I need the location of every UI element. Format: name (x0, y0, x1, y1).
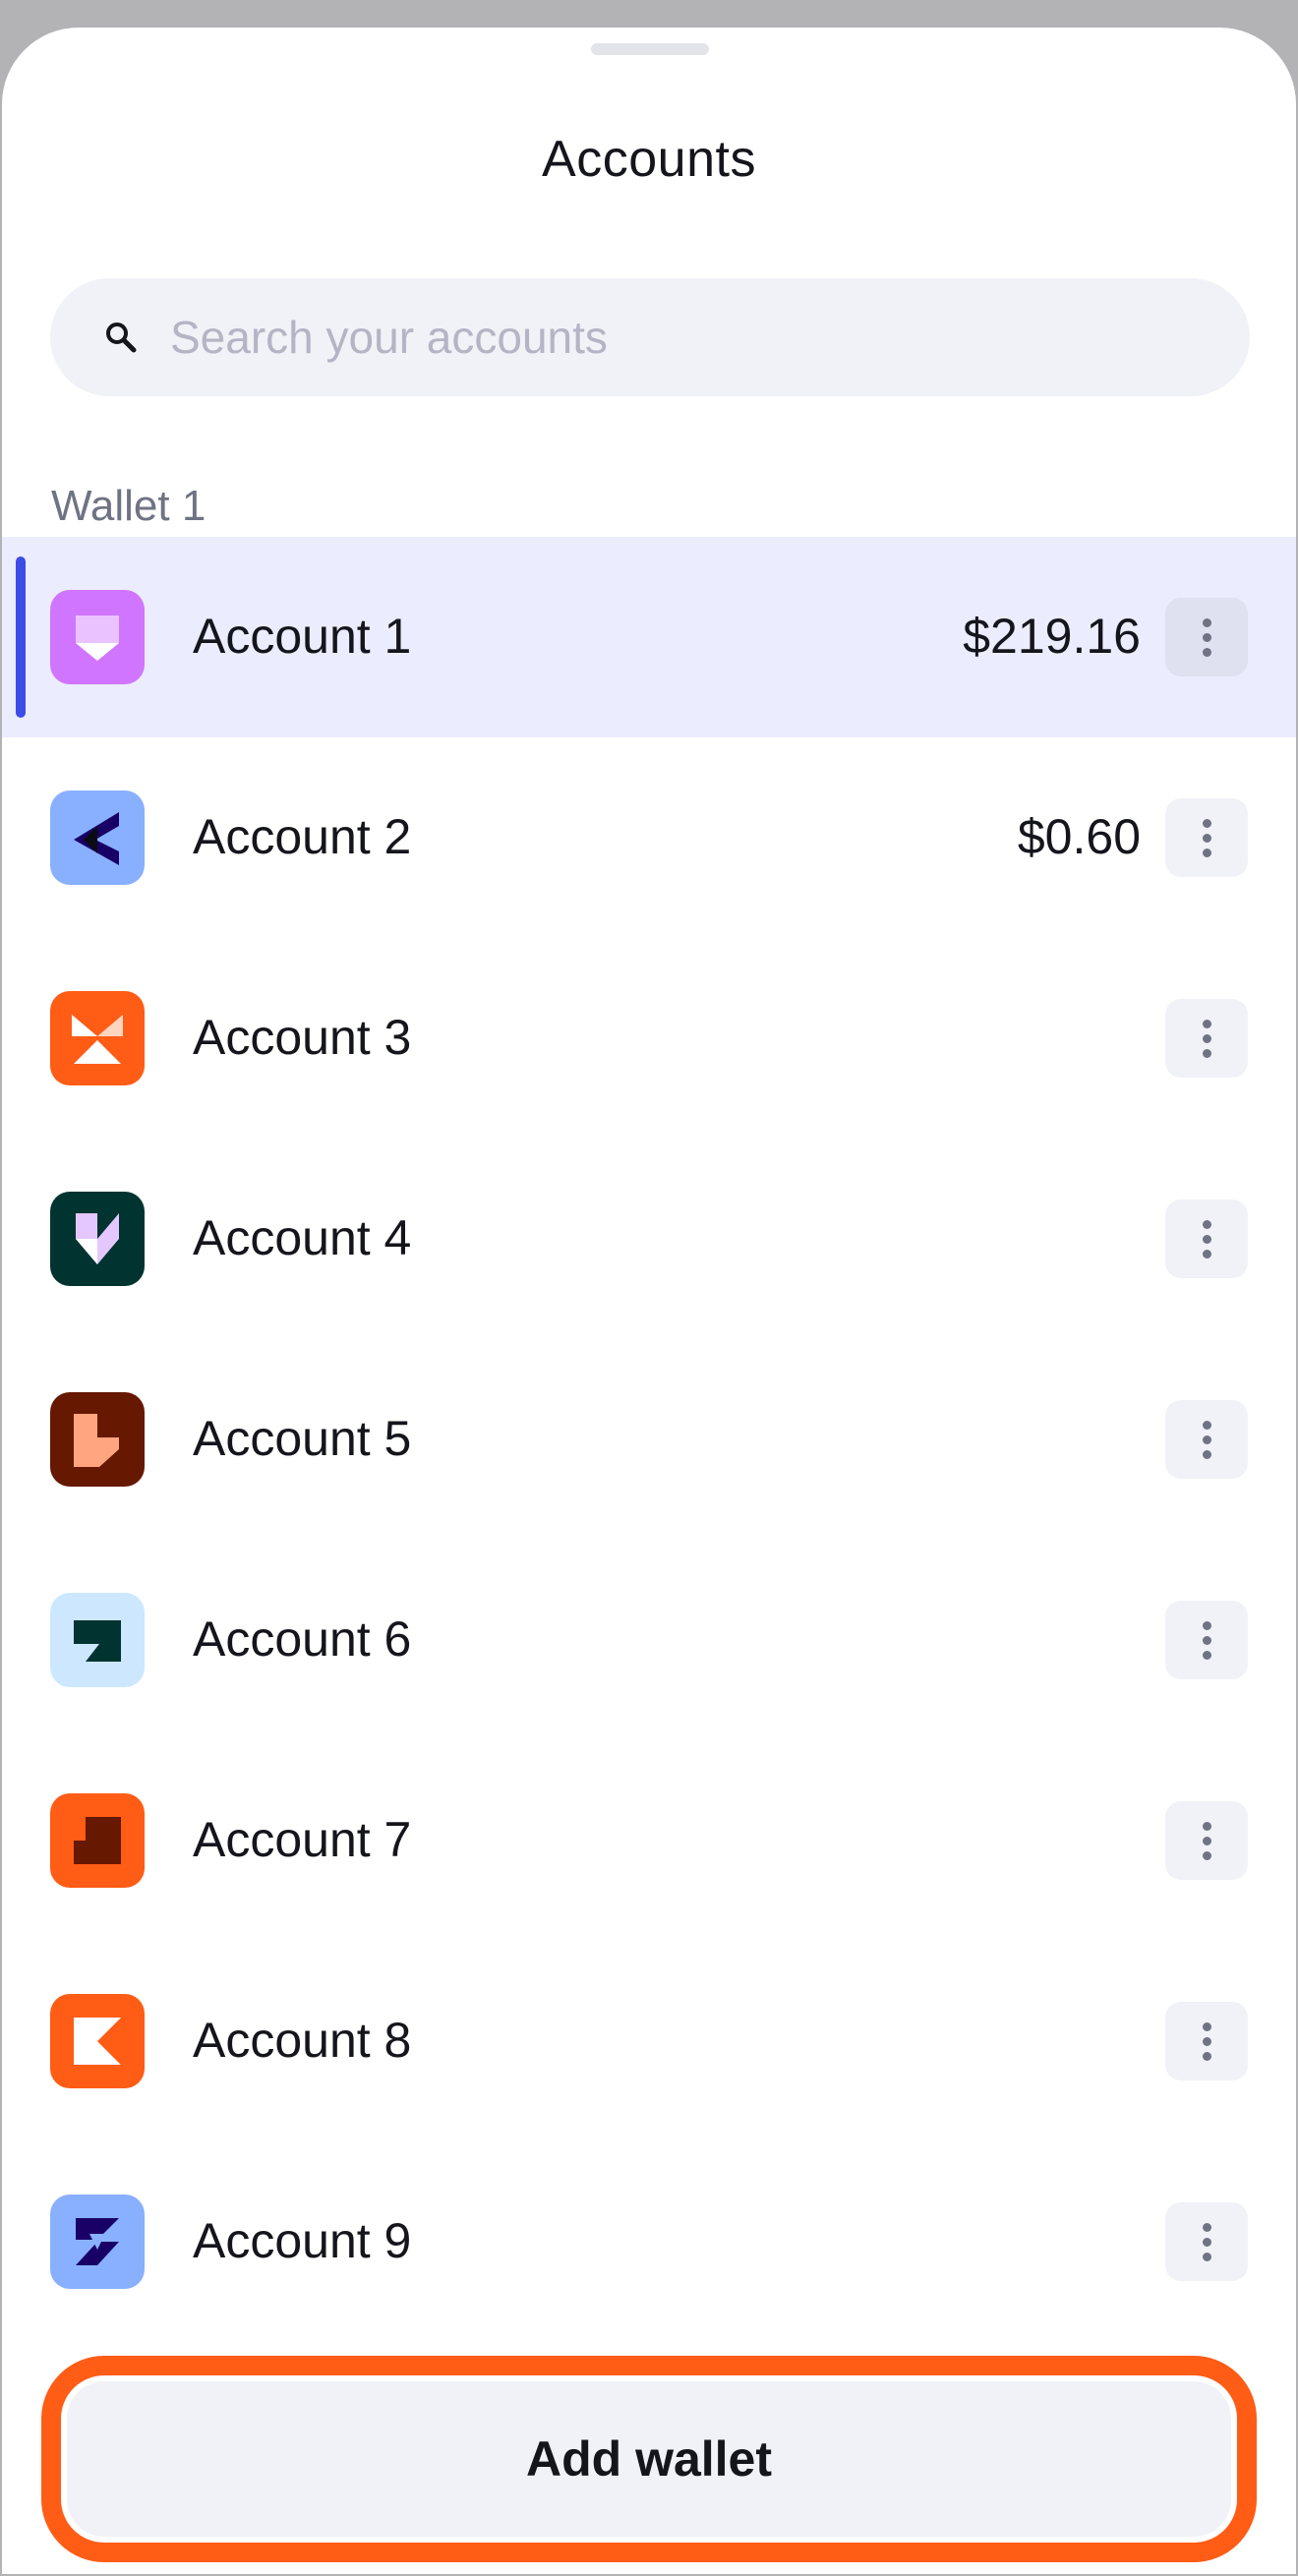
account-name: Account 9 (193, 2213, 412, 2268)
orange-bowtie-avatar-icon (50, 1994, 145, 2088)
brown-shield-avatar-icon (50, 1392, 145, 1487)
sheet-footer: Add wallet (2, 2328, 1296, 2574)
account-name: Account 1 (193, 609, 412, 664)
add-wallet-button[interactable]: Add wallet (41, 2356, 1257, 2562)
account-balance: $219.16 (963, 609, 1141, 664)
account-row[interactable]: Account 1 $219.16 (2, 537, 1296, 737)
sheet-grabber[interactable] (591, 43, 709, 55)
lightblue-flag-avatar-icon (50, 1593, 145, 1687)
purple-fox-avatar-icon (50, 590, 145, 684)
account-row[interactable]: Account 8 (2, 1941, 1296, 2141)
account-row[interactable]: Account 9 (2, 2141, 1296, 2342)
wallet-section-label: Wallet 1 (51, 482, 206, 530)
blue-arrow-avatar-icon (50, 790, 145, 885)
blue-bolt-avatar-icon (50, 2195, 145, 2289)
account-row[interactable]: Account 6 (2, 1540, 1296, 1740)
sheet-title: Accounts (542, 131, 756, 188)
account-row[interactable]: Account 7 (2, 1740, 1296, 1941)
orange-square-avatar-icon (50, 1793, 145, 1888)
account-row[interactable]: Account 3 (2, 938, 1296, 1139)
search-input[interactable] (170, 311, 1153, 364)
orange-triangles-avatar-icon (50, 991, 145, 1085)
account-name: Account 7 (193, 1812, 412, 1867)
account-balance: $0.60 (1017, 809, 1141, 864)
more-options-icon[interactable] (1165, 1801, 1248, 1880)
more-options-icon[interactable] (1165, 1400, 1248, 1479)
account-name: Account 6 (193, 1611, 412, 1667)
account-row[interactable]: Account 5 (2, 1339, 1296, 1540)
more-options-icon[interactable] (1165, 2002, 1248, 2080)
search-bar[interactable] (50, 278, 1250, 396)
more-options-icon[interactable] (1165, 2202, 1248, 2281)
account-name: Account 2 (193, 809, 412, 864)
search-icon (101, 318, 141, 357)
account-name: Account 3 (193, 1010, 412, 1065)
account-row[interactable]: Account 2 $0.60 (2, 737, 1296, 938)
accounts-sheet: Accounts Wallet 1 Account 1 $219.16 (2, 28, 1296, 2574)
more-options-icon[interactable] (1165, 999, 1248, 1078)
teal-diamond-avatar-icon (50, 1192, 145, 1286)
account-name: Account 8 (193, 2013, 412, 2068)
more-options-icon[interactable] (1165, 1601, 1248, 1679)
selected-indicator (16, 556, 26, 718)
account-name: Account 4 (193, 1210, 412, 1265)
more-options-icon[interactable] (1165, 798, 1248, 877)
account-list: Account 1 $219.16 Account 2 $0.60 Accoun… (2, 537, 1296, 2342)
more-options-icon[interactable] (1165, 1200, 1248, 1278)
more-options-icon[interactable] (1165, 598, 1248, 676)
account-row[interactable]: Account 4 (2, 1139, 1296, 1339)
account-name: Account 5 (193, 1411, 412, 1466)
